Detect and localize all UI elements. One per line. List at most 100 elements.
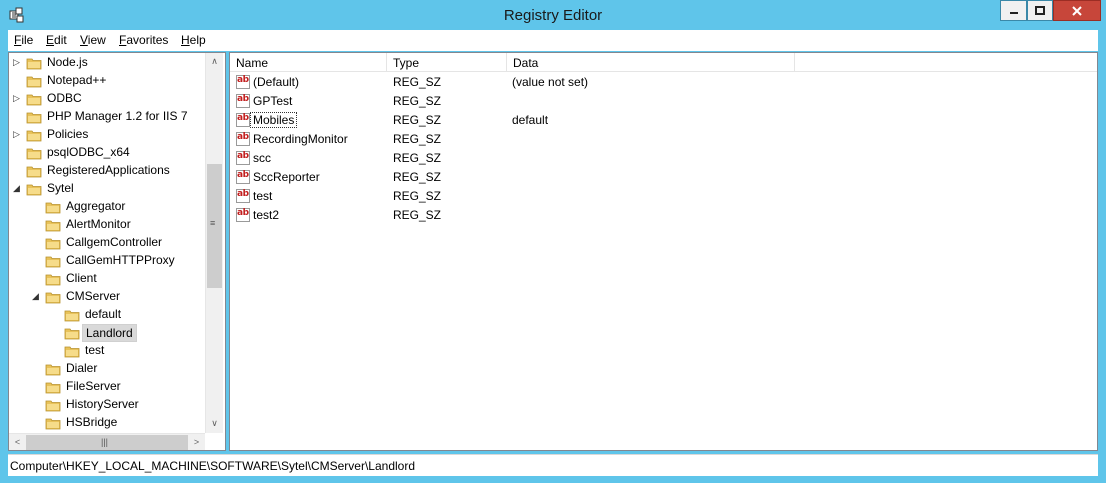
expanded-arrow-icon[interactable]: ◢ bbox=[13, 184, 22, 193]
tree-item[interactable]: ▷ Policies bbox=[9, 126, 205, 144]
tree-item-label: PHP Manager 1.2 for IIS 7 bbox=[47, 109, 188, 123]
tree-item-label: Node.js bbox=[47, 55, 88, 69]
collapsed-arrow-icon[interactable]: ▷ bbox=[13, 58, 22, 67]
column-header-filler bbox=[795, 53, 1097, 72]
minimize-button[interactable] bbox=[1000, 0, 1027, 21]
tree-item[interactable]: Client bbox=[9, 270, 205, 288]
folder-icon bbox=[26, 94, 42, 106]
tree-item[interactable]: AlertMonitor bbox=[9, 216, 205, 234]
folder-icon bbox=[45, 364, 61, 376]
string-value-icon: ab bbox=[236, 189, 250, 203]
vertical-scroll-thumb[interactable]: ≡ bbox=[207, 164, 222, 288]
tree-item-label: Landlord bbox=[82, 324, 137, 342]
folder-icon bbox=[64, 310, 80, 322]
tree-item[interactable]: PHP Manager 1.2 for IIS 7 bbox=[9, 108, 205, 126]
tree-item[interactable]: CallGemHTTPProxy bbox=[9, 252, 205, 270]
menu-file[interactable]: File bbox=[14, 33, 33, 47]
minimize-icon bbox=[1009, 11, 1018, 14]
tree-item[interactable]: CallgemController bbox=[9, 234, 205, 252]
tree-item-label: Notepad++ bbox=[47, 73, 107, 87]
column-header-name[interactable]: Name bbox=[230, 53, 387, 72]
maximize-button[interactable] bbox=[1027, 0, 1053, 21]
folder-icon bbox=[45, 400, 61, 412]
tree-item-label: CallGemHTTPProxy bbox=[66, 253, 175, 267]
expanded-arrow-icon[interactable]: ◢ bbox=[32, 292, 41, 301]
tree-item[interactable]: test bbox=[9, 342, 205, 360]
tree-item[interactable]: Landlord bbox=[9, 324, 205, 342]
menu-favorites[interactable]: Favorites bbox=[119, 33, 168, 47]
tree-item[interactable]: psqlODBC_x64 bbox=[9, 144, 205, 162]
string-value-icon: ab bbox=[236, 132, 250, 146]
string-value-icon: ab bbox=[236, 151, 250, 165]
menu-help[interactable]: Help bbox=[181, 33, 206, 47]
string-value-glyph: ab bbox=[237, 151, 249, 161]
value-row[interactable]: ab (Default) REG_SZ (value not set) bbox=[230, 73, 1090, 92]
maximize-icon bbox=[1035, 5, 1045, 15]
window-title: Registry Editor bbox=[503, 7, 603, 24]
tree-item-label: ODBC bbox=[47, 91, 82, 105]
value-row[interactable]: ab GPTest REG_SZ bbox=[230, 92, 1090, 111]
string-value-glyph: ab bbox=[237, 132, 249, 142]
folder-icon bbox=[45, 256, 61, 268]
menu-view-accesskey: V bbox=[80, 33, 88, 47]
column-header-type[interactable]: Type bbox=[387, 53, 507, 72]
value-row[interactable]: ab Mobiles REG_SZ default bbox=[230, 111, 1090, 130]
menu-favorites-rest: avorites bbox=[126, 33, 169, 47]
tree-item-label: default bbox=[85, 307, 122, 321]
close-button[interactable] bbox=[1053, 0, 1101, 21]
horizontal-scroll-thumb[interactable]: ||| bbox=[26, 435, 188, 450]
value-row[interactable]: ab test REG_SZ bbox=[230, 187, 1090, 206]
tree-item-label: psqlODBC_x64 bbox=[47, 145, 130, 159]
value-row[interactable]: ab RecordingMonitor REG_SZ bbox=[230, 130, 1090, 149]
column-header-data[interactable]: Data bbox=[507, 53, 795, 72]
registry-values-list[interactable]: Name Type Data ab (Default) REG_SZ (value n… bbox=[229, 52, 1098, 451]
menu-view-label: iew bbox=[87, 33, 106, 47]
menu-view[interactable]: View bbox=[80, 33, 106, 47]
folder-icon bbox=[45, 418, 61, 430]
registry-key-tree[interactable]: ▷ Node.js Notepad++ ▷ ODBC PHP Manager 1.2 fo… bbox=[8, 52, 226, 451]
string-value-glyph: ab bbox=[237, 189, 249, 199]
scroll-right-arrow-icon[interactable]: > bbox=[188, 434, 205, 450]
collapsed-arrow-icon[interactable]: ▷ bbox=[13, 94, 22, 103]
tree-item-label: CallgemController bbox=[66, 235, 163, 249]
tree-item-label: FileServer bbox=[66, 379, 121, 393]
tree-item-label: Sytel bbox=[47, 181, 74, 195]
registry-editor-window: Registry Editor File Edit View Favorites… bbox=[0, 0, 1106, 483]
tree-item[interactable]: HSBridge bbox=[9, 414, 205, 432]
tree-item[interactable]: default bbox=[9, 306, 205, 324]
tree-item[interactable]: Notepad++ bbox=[9, 72, 205, 90]
tree-item[interactable]: ▷ Node.js bbox=[9, 54, 205, 72]
tree-vertical-scrollbar[interactable]: ∧ ≡ ∨ bbox=[205, 53, 223, 433]
folder-icon bbox=[26, 148, 42, 160]
string-value-icon: ab bbox=[236, 170, 250, 184]
tree-item[interactable]: ▷ ODBC bbox=[9, 90, 205, 108]
tree-item[interactable]: Aggregator bbox=[9, 198, 205, 216]
menu-edit[interactable]: Edit bbox=[46, 33, 67, 47]
tree-item-label: Client bbox=[66, 271, 97, 285]
scroll-up-arrow-icon[interactable]: ∧ bbox=[206, 53, 223, 70]
tree-horizontal-scrollbar[interactable]: < ||| > bbox=[9, 433, 205, 450]
tree-item[interactable]: HistoryServer bbox=[9, 396, 205, 414]
value-data: default bbox=[512, 113, 549, 127]
value-row[interactable]: ab test2 REG_SZ bbox=[230, 206, 1090, 225]
scroll-left-arrow-icon[interactable]: < bbox=[9, 434, 26, 450]
tree-item[interactable]: ◢ CMServer bbox=[9, 288, 205, 306]
tree-item[interactable]: Dialer bbox=[9, 360, 205, 378]
scroll-down-arrow-icon[interactable]: ∨ bbox=[206, 415, 223, 432]
collapsed-arrow-icon[interactable]: ▷ bbox=[13, 130, 22, 139]
title-bar[interactable]: Registry Editor bbox=[0, 0, 1106, 30]
string-value-glyph: ab bbox=[237, 208, 249, 218]
value-name: (Default) bbox=[253, 75, 300, 89]
value-type: REG_SZ bbox=[393, 189, 442, 203]
value-name: GPTest bbox=[253, 94, 293, 108]
value-type: REG_SZ bbox=[393, 208, 442, 222]
status-bar: Computer\HKEY_LOCAL_MACHINE\SOFTWARE\Syt… bbox=[8, 454, 1098, 476]
value-row[interactable]: ab scc REG_SZ bbox=[230, 149, 1090, 168]
folder-icon bbox=[26, 76, 42, 88]
value-type: REG_SZ bbox=[393, 75, 442, 89]
tree-item[interactable]: ◢ Sytel bbox=[9, 180, 205, 198]
tree-item-label: Dialer bbox=[66, 361, 98, 375]
tree-item[interactable]: FileServer bbox=[9, 378, 205, 396]
value-row[interactable]: ab SccReporter REG_SZ bbox=[230, 168, 1090, 187]
tree-item[interactable]: RegisteredApplications bbox=[9, 162, 205, 180]
